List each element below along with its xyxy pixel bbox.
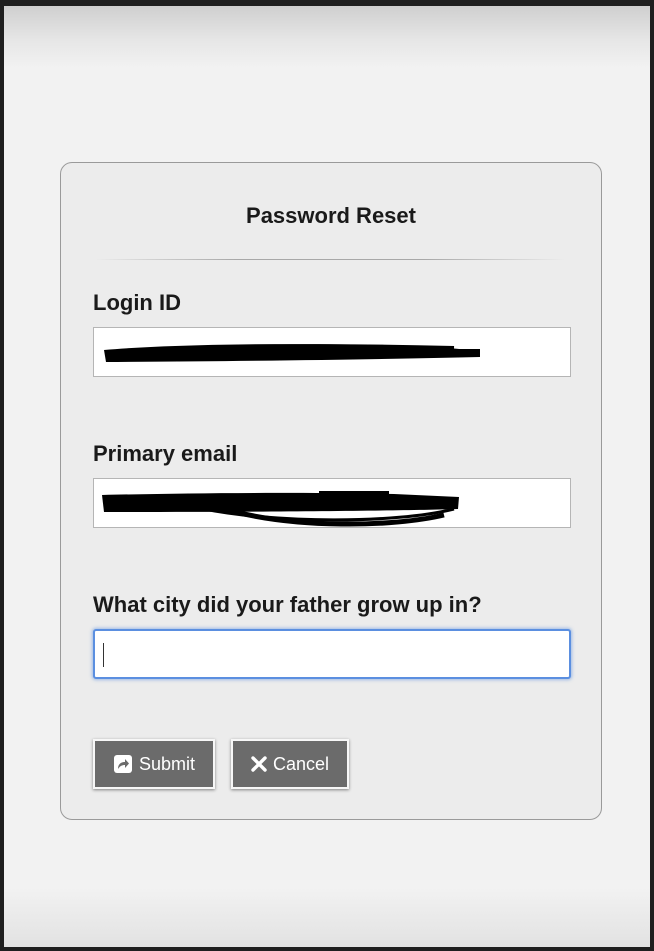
security-answer-input[interactable] <box>93 629 571 679</box>
close-x-icon <box>251 756 267 772</box>
share-arrow-icon <box>113 754 133 774</box>
bottom-shade <box>4 887 650 947</box>
browser-window: Password Reset Login ID Primary email Wh… <box>4 6 650 947</box>
cancel-label: Cancel <box>272 754 330 774</box>
password-reset-panel: Password Reset Login ID Primary email Wh… <box>60 162 602 820</box>
submit-button[interactable]: Submit <box>93 739 215 789</box>
cancel-button[interactable]: Cancel <box>231 739 349 789</box>
top-shade <box>4 6 650 68</box>
login-id-redaction <box>104 344 480 362</box>
primary-email-redaction <box>102 491 459 527</box>
primary-email-input[interactable] <box>93 478 571 528</box>
text-caret <box>103 643 104 667</box>
submit-label: Submit <box>138 754 196 774</box>
title-divider <box>95 259 565 260</box>
login-id-input[interactable] <box>93 327 571 377</box>
security-question-label: What city did your father grow up in? <box>93 592 482 617</box>
login-id-label: Login ID <box>93 290 181 315</box>
primary-email-label: Primary email <box>93 441 238 466</box>
panel-title: Password Reset <box>246 203 416 228</box>
